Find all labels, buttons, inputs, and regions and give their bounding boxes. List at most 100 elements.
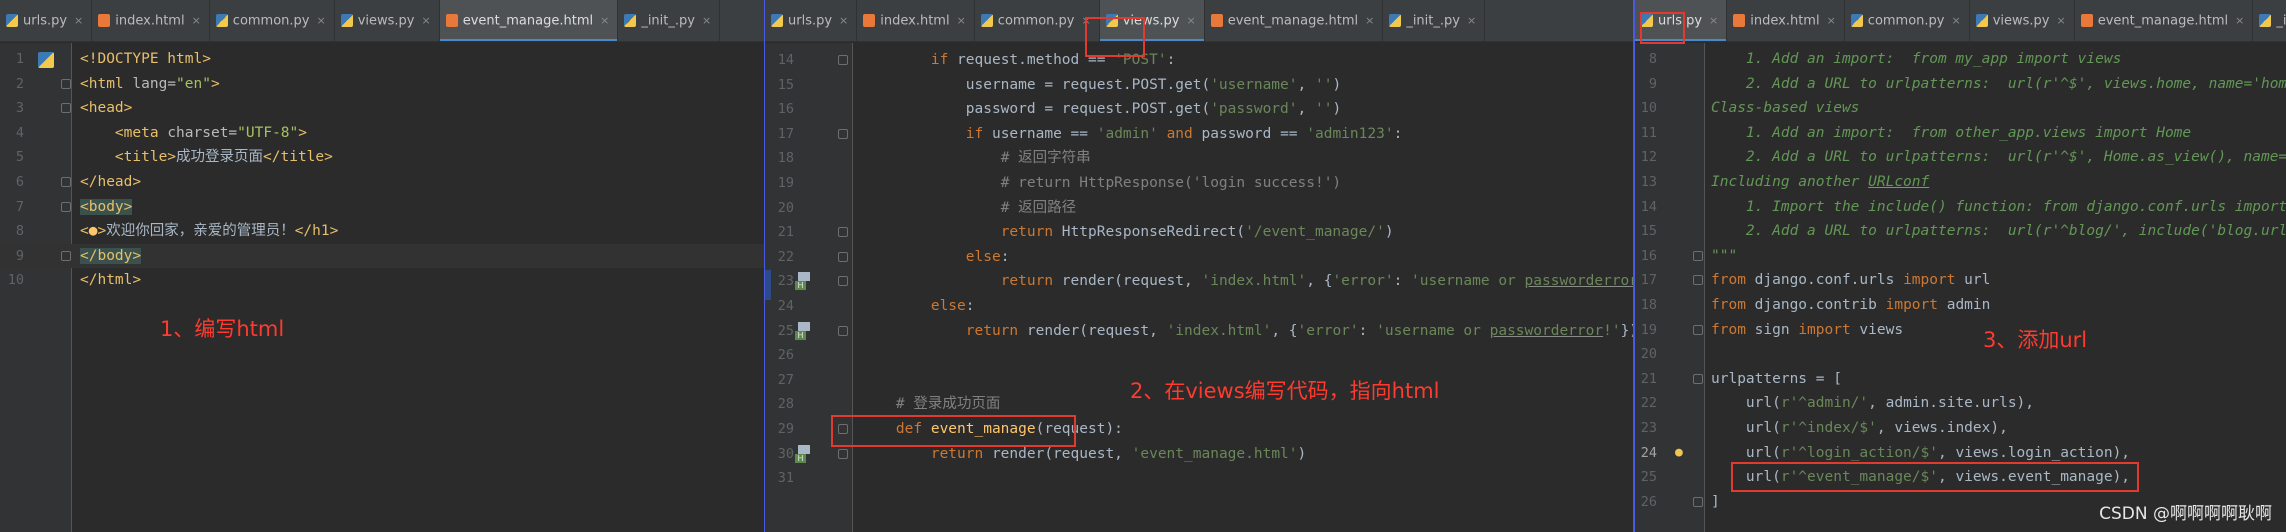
code-line[interactable]: 8 1. Add an import: from my_app import v…	[1635, 47, 2286, 72]
code-line[interactable]: 10 </html>	[0, 268, 764, 293]
python-file-icon	[771, 13, 783, 27]
code-line[interactable]: 16 """	[1635, 244, 2286, 269]
tab-label: views.py	[1992, 13, 2050, 29]
tab-event-manage-html[interactable]: event_manage.html ×	[2075, 0, 2254, 41]
fold-marker-icon[interactable]	[838, 55, 848, 65]
tab-common-py[interactable]: common.py ×	[1845, 0, 1970, 41]
code-line[interactable]: 7 <body>	[0, 195, 764, 220]
close-icon[interactable]: ×	[2057, 0, 2066, 41]
code-line[interactable]: 5 <title>成功登录页面</title>	[0, 145, 764, 170]
fold-marker-icon[interactable]	[1693, 275, 1703, 286]
fold-marker-icon[interactable]	[838, 276, 848, 287]
tab--init-py[interactable]: _init_.py×	[2253, 0, 2286, 41]
close-icon[interactable]: ×	[1952, 0, 1961, 41]
code-line[interactable]: 3 <head>	[0, 96, 764, 121]
code-line[interactable]: 10 Class-based views	[1635, 96, 2286, 121]
code-line[interactable]: 22 url(r'^admin/', admin.site.urls),	[1635, 391, 2286, 416]
close-icon[interactable]: ×	[957, 0, 966, 41]
close-icon[interactable]: ×	[422, 0, 431, 41]
code-line[interactable]: 19 from sign import views	[1635, 318, 2286, 343]
code-line[interactable]: 9 2. Add a URL to urlpatterns: url(r'^$'…	[1635, 72, 2286, 97]
code-line[interactable]: 4 <meta charset="UTF-8">	[0, 121, 764, 146]
fold-marker-icon[interactable]	[61, 250, 71, 261]
code-line[interactable]: 18 from django.contrib import admin	[1635, 293, 2286, 318]
implemented-method-icon[interactable]: H	[795, 321, 813, 340]
code-line[interactable]: 11 1. Add an import: from other_app.view…	[1635, 121, 2286, 146]
code-line[interactable]: 17 from django.conf.urls import url	[1635, 268, 2286, 293]
fold-marker-icon[interactable]	[838, 448, 848, 459]
code-line[interactable]: 31	[765, 466, 1633, 491]
code-area[interactable]: 14 if request.method == 'POST': 15 userna…	[765, 43, 1633, 532]
code-line[interactable]: 23 H return render(request, 'index.html',…	[765, 269, 1633, 294]
fold-marker-icon[interactable]	[838, 325, 848, 336]
tab-views-py[interactable]: views.py ×	[1970, 0, 2075, 41]
fold-marker-icon[interactable]	[1693, 324, 1703, 335]
code-line[interactable]: 23 url(r'^index/$', views.index),	[1635, 416, 2286, 441]
code-line[interactable]: 1 <!DOCTYPE html>	[0, 47, 764, 72]
code-line[interactable]: 21 return HttpResponseRedirect('/event_m…	[765, 220, 1633, 245]
code-line[interactable]: 15 2. Add a URL to urlpatterns: url(r'^b…	[1635, 219, 2286, 244]
fold-marker-icon[interactable]	[61, 78, 71, 89]
close-icon[interactable]: ×	[192, 0, 201, 41]
code-area[interactable]: 1 <!DOCTYPE html> 2 <html lang="en"> 3 <head>…	[0, 43, 764, 532]
fold-marker-icon[interactable]	[1693, 496, 1703, 507]
python-file-icon	[1389, 13, 1402, 27]
close-icon[interactable]: ×	[1365, 0, 1374, 41]
close-icon[interactable]: ×	[74, 0, 83, 41]
close-icon[interactable]: ×	[702, 0, 711, 41]
tab-common-py[interactable]: common.py ×	[975, 0, 1100, 41]
tab-common-py[interactable]: common.py ×	[210, 0, 335, 41]
close-icon[interactable]: ×	[1709, 0, 1718, 41]
code-line[interactable]: 16 password = request.POST.get('password…	[765, 97, 1633, 122]
code-line[interactable]: 22 else:	[765, 245, 1633, 270]
close-icon[interactable]: ×	[600, 0, 609, 41]
fold-marker-icon[interactable]	[838, 227, 848, 238]
close-icon[interactable]: ×	[1467, 0, 1476, 41]
tab--init-py[interactable]: _init_.py×	[618, 0, 721, 41]
code-line[interactable]: 24 else:	[765, 294, 1633, 319]
fold-marker-icon[interactable]	[61, 201, 71, 212]
tab-urls-py[interactable]: urls.py ×	[0, 0, 93, 41]
tab-index-html[interactable]: index.html ×	[92, 0, 210, 41]
code-line[interactable]: 15 username = request.POST.get('username…	[765, 73, 1633, 98]
lightbulb-icon[interactable]: ●	[1675, 445, 1689, 461]
close-icon[interactable]: ×	[839, 0, 848, 41]
fold-marker-icon[interactable]	[1693, 373, 1703, 384]
code-line[interactable]: 17 if username == 'admin' and password =…	[765, 122, 1633, 147]
tab-event-manage-html[interactable]: event_manage.html ×	[1205, 0, 1384, 41]
close-icon[interactable]: ×	[1187, 0, 1196, 41]
fold-marker-icon[interactable]	[61, 103, 71, 114]
code-line[interactable]: 18 # 返回字符串	[765, 146, 1633, 171]
code-line[interactable]: 25 H return render(request, 'index.html',…	[765, 319, 1633, 344]
code-line[interactable]: 20	[1635, 342, 2286, 367]
line-number: 17	[777, 125, 794, 142]
code-line[interactable]: 21 urlpatterns = [	[1635, 367, 2286, 392]
fold-marker-icon[interactable]	[838, 128, 848, 139]
tab--init-py[interactable]: _init_.py×	[1383, 0, 1486, 41]
code-line[interactable]: 9 </body>	[0, 243, 764, 269]
close-icon[interactable]: ×	[2235, 0, 2244, 41]
tab-urls-py[interactable]: urls.py ×	[765, 0, 858, 41]
code-line[interactable]: 6 </head>	[0, 170, 764, 195]
code-line[interactable]: 8 <●>欢迎你回家，亲爱的管理员！</h1>	[0, 219, 764, 244]
tab-event-manage-html[interactable]: event_manage.html ×	[439, 0, 619, 41]
fold-marker-icon[interactable]	[1693, 250, 1703, 261]
code-line[interactable]: 26	[765, 343, 1633, 368]
fold-marker-icon[interactable]	[838, 251, 848, 262]
implemented-method-icon[interactable]: H	[795, 444, 813, 463]
code-line[interactable]: 12 2. Add a URL to urlpatterns: url(r'^$…	[1635, 145, 2286, 170]
code-line[interactable]: 2 <html lang="en">	[0, 72, 764, 97]
code-area[interactable]: 8 1. Add an import: from my_app import v…	[1635, 43, 2286, 532]
tab-index-html[interactable]: index.html ×	[857, 0, 975, 41]
code-line[interactable]: 13 Including another URLconf	[1635, 170, 2286, 195]
code-line[interactable]: 20 # 返回路径	[765, 196, 1633, 221]
implemented-method-icon[interactable]: H	[795, 272, 813, 291]
close-icon[interactable]: ×	[1827, 0, 1836, 41]
fold-marker-icon[interactable]	[61, 177, 71, 187]
code-line[interactable]: 14 if request.method == 'POST':	[765, 48, 1633, 73]
code-line[interactable]: 14 1. Import the include() function: fro…	[1635, 195, 2286, 220]
tab-views-py[interactable]: views.py ×	[335, 0, 440, 41]
tab-index-html[interactable]: index.html ×	[1727, 0, 1845, 41]
code-line[interactable]: 19 # return HttpResponse('login success!…	[765, 171, 1633, 196]
close-icon[interactable]: ×	[317, 0, 326, 41]
